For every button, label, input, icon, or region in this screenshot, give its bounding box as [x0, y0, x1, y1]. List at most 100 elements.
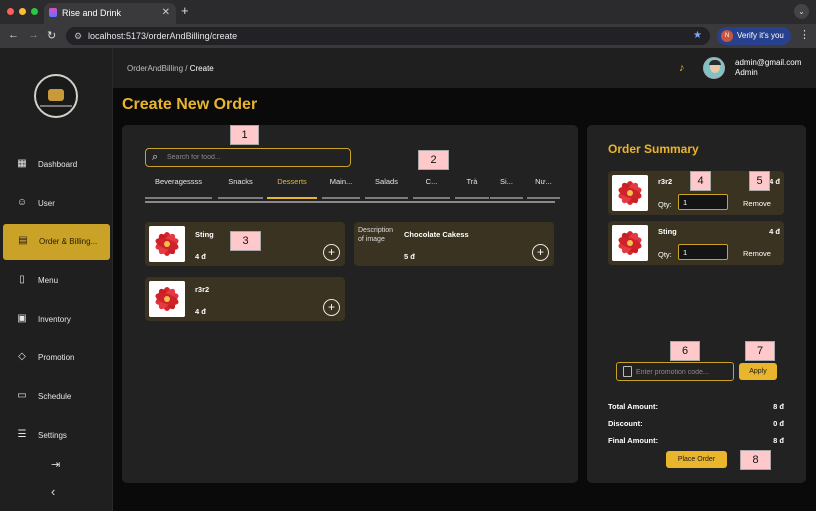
sidebar-item-label: User	[38, 199, 55, 208]
forward-icon[interactable]: →	[28, 29, 39, 41]
tab-tra[interactable]: Trà	[455, 177, 489, 199]
add-item-button[interactable]: +	[323, 244, 340, 261]
logo-mark	[48, 89, 64, 101]
final-amount-row: Final Amount: 8 đ	[608, 436, 784, 445]
tab-c[interactable]: C...	[413, 177, 450, 199]
sidebar-item-menu[interactable]: ▯ Menu	[0, 263, 113, 299]
quantity-input[interactable]	[678, 194, 728, 210]
qty-label: Qty:	[658, 250, 672, 259]
breadcrumb-parent[interactable]: OrderAndBilling	[127, 64, 183, 73]
collapse-sidebar-icon[interactable]: ‹	[51, 484, 55, 499]
discount-row: Discount: 0 đ	[608, 419, 784, 428]
minimize-window-button[interactable]	[19, 8, 26, 15]
discount-value: 0 đ	[773, 419, 784, 428]
bell-icon[interactable]: ♪	[679, 62, 685, 74]
tab-underline	[322, 197, 360, 199]
menu-item-card[interactable]: r3r2 4 đ +	[145, 277, 345, 321]
sidebar-item-user[interactable]: ☺ User	[0, 186, 113, 222]
profile-avatar-icon: N	[721, 30, 733, 42]
reload-icon[interactable]: ↻	[47, 29, 56, 42]
coupon-icon	[623, 366, 632, 377]
breadcrumb-separator: /	[185, 64, 188, 73]
place-order-button[interactable]: Place Order	[666, 451, 727, 468]
order-item-name: r3r2	[658, 177, 673, 186]
sidebar-item-label: Promotion	[38, 353, 75, 362]
tab-underline	[145, 197, 212, 199]
sidebar-item-label: Dashboard	[38, 160, 78, 169]
close-window-button[interactable]	[7, 8, 14, 15]
tab-label: C...	[425, 177, 438, 186]
tab-underline	[413, 197, 450, 199]
tab-underline	[218, 197, 263, 199]
sidebar-item-settings[interactable]: ☰ Settings	[0, 418, 113, 454]
tab-si[interactable]: Si...	[490, 177, 523, 199]
promotion-code-input[interactable]	[636, 366, 731, 378]
bookmark-star-icon[interactable]: ★	[693, 30, 702, 41]
sidebar-item-inventory[interactable]: ▣ Inventory	[0, 302, 113, 338]
quantity-input[interactable]	[678, 244, 728, 260]
box-icon: ▣	[17, 313, 27, 324]
annotation-marker-4: 4	[690, 171, 711, 191]
qty-label: Qty:	[658, 200, 672, 209]
sidebar-item-promotion[interactable]: ◇ Promotion	[0, 340, 113, 376]
annotation-marker-6: 6	[670, 341, 700, 361]
search-input[interactable]	[167, 151, 347, 164]
sidebar-item-label: Inventory	[38, 315, 71, 324]
brand-logo[interactable]	[34, 74, 78, 118]
tab-label: Si...	[500, 177, 513, 186]
tab-search-icon[interactable]: ⌄	[794, 4, 809, 19]
browser-tab-strip: Rise and Drink ✕ + ⌄	[0, 0, 816, 24]
menu-panel: ⌕ Beveragessss Snacks Desserts Main... S…	[122, 125, 578, 483]
sidebar-item-dashboard[interactable]: ▦ Dashboard	[0, 147, 113, 183]
tabs-scrollbar[interactable]	[145, 201, 555, 203]
order-summary-title: Order Summary	[608, 142, 699, 156]
annotation-marker-5: 5	[749, 171, 770, 191]
url-text: localhost:5173/orderAndBilling/create	[88, 31, 238, 41]
remove-button[interactable]: Remove	[743, 249, 771, 258]
annotation-marker-3: 3	[230, 231, 261, 251]
breadcrumb-current: Create	[189, 64, 214, 73]
remove-button[interactable]: Remove	[743, 199, 771, 208]
tab-label: Snacks	[228, 177, 253, 186]
address-bar[interactable]: ⚙ localhost:5173/orderAndBilling/create …	[66, 27, 710, 45]
browser-tab[interactable]: Rise and Drink ✕	[44, 3, 176, 24]
tab-label: Trà	[466, 177, 478, 186]
tab-underline	[365, 197, 408, 199]
broken-image: Description of image	[358, 227, 394, 243]
tab-nu[interactable]: Nư...	[527, 177, 560, 199]
verify-identity-button[interactable]: N Verify it's you	[717, 27, 791, 45]
avatar[interactable]	[703, 57, 725, 79]
sidebar-item-label: Schedule	[38, 392, 72, 401]
tab-underline	[267, 197, 317, 199]
browser-menu-icon[interactable]: ⋮	[799, 28, 810, 41]
site-info-icon[interactable]: ⚙	[74, 31, 82, 42]
menu-item-card[interactable]: Description of image Chocolate Cakess 5 …	[354, 222, 554, 266]
sliders-icon: ☰	[17, 429, 27, 440]
tab-desserts[interactable]: Desserts	[267, 177, 317, 199]
new-tab-button[interactable]: +	[181, 3, 189, 18]
favicon-icon	[49, 8, 57, 17]
tab-beverages[interactable]: Beveragessss	[145, 177, 212, 199]
back-icon[interactable]: ←	[8, 29, 19, 41]
user-icon: ☺	[16, 197, 28, 208]
book-icon: ▯	[19, 274, 25, 285]
maximize-window-button[interactable]	[31, 8, 38, 15]
logo-text-strip	[40, 105, 72, 107]
tab-salads[interactable]: Salads	[365, 177, 408, 199]
apply-promotion-button[interactable]: Apply	[739, 363, 777, 380]
tab-snacks[interactable]: Snacks	[218, 177, 263, 199]
annotation-marker-8: 8	[740, 450, 771, 470]
tab-main[interactable]: Main...	[322, 177, 360, 199]
add-item-button[interactable]: +	[532, 244, 549, 261]
order-line-item: Sting 4 đ Qty: Remove	[608, 221, 784, 265]
sidebar-item-schedule[interactable]: ▭ Schedule	[0, 379, 113, 415]
close-tab-icon[interactable]: ✕	[162, 7, 170, 18]
add-item-button[interactable]: +	[323, 299, 340, 316]
sidebar-item-label: Order & Billing...	[39, 237, 98, 246]
logout-icon[interactable]: ⇥	[51, 458, 60, 471]
dashboard-icon: ▦	[17, 158, 27, 169]
tab-label: Desserts	[277, 177, 307, 186]
flower-image	[149, 226, 185, 262]
discount-label: Discount:	[608, 419, 643, 428]
sidebar-item-order-billing[interactable]: ▤ Order & Billing...	[3, 224, 110, 260]
